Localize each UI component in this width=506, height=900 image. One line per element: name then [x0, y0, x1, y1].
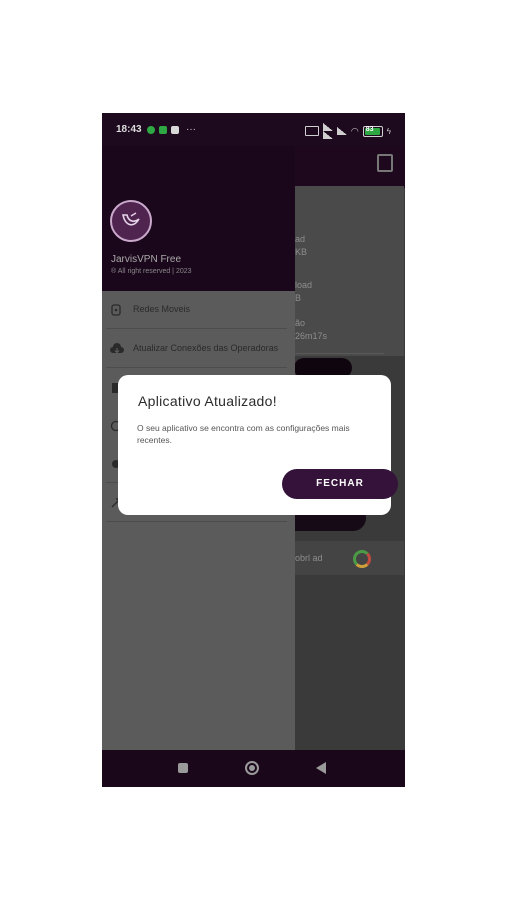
home-button[interactable]: [245, 761, 259, 775]
system-nav-bar: [102, 750, 405, 787]
phone-screen: 18:43 ··· ◠ 83 ϟ ad KB load B ão 26m17s …: [102, 113, 405, 787]
app-notification-icon: [159, 125, 167, 134]
close-button[interactable]: FECHAR: [282, 469, 398, 499]
charging-icon: ϟ: [386, 126, 391, 136]
battery-level: 83: [365, 125, 374, 133]
dialog-message: O seu aplicativo se encontra com as conf…: [137, 423, 350, 445]
status-bar: 18:43 ··· ◠ 83 ϟ: [102, 113, 405, 146]
battery-icon: 83: [362, 125, 383, 137]
recents-button[interactable]: [178, 763, 188, 773]
update-dialog: Aplicativo Atualizado! O seu aplicativo …: [118, 375, 398, 515]
more-notifications-icon: ···: [186, 124, 196, 135]
whatsapp-icon: [147, 125, 155, 134]
wifi-icon: ◠: [350, 125, 359, 136]
dialog-title: Aplicativo Atualizado!: [138, 393, 277, 409]
back-button[interactable]: [316, 762, 326, 774]
vpn-key-icon: [304, 126, 319, 136]
signal-icon: [322, 123, 333, 139]
status-time: 18:43: [116, 124, 142, 135]
system-icons: ◠ 83 ϟ: [304, 123, 391, 139]
app-notification-icon-2: [171, 125, 179, 134]
signal-icon-2: [336, 127, 347, 135]
notification-icons: ···: [147, 124, 196, 135]
